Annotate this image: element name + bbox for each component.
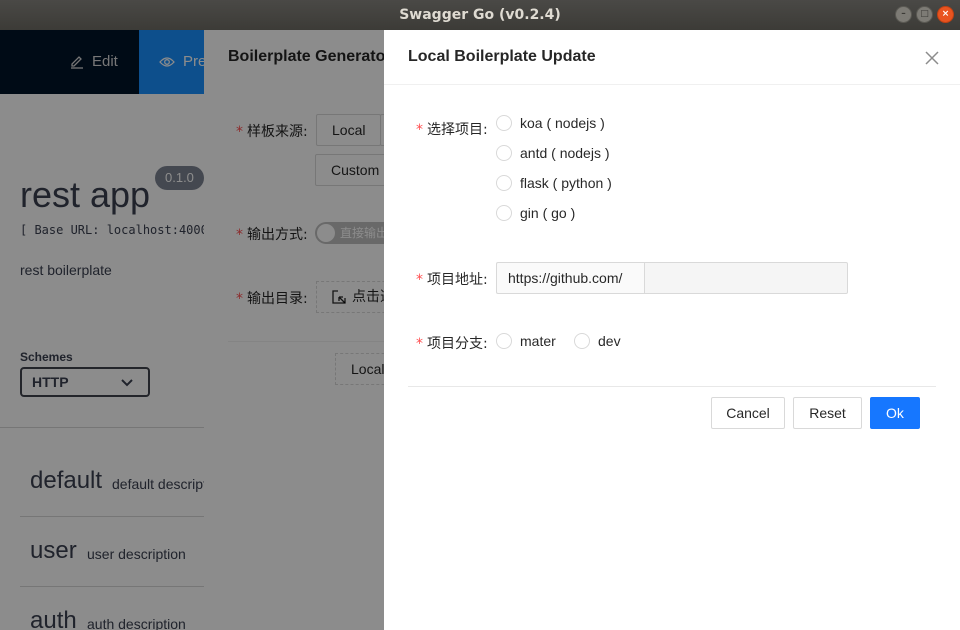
address-label: * 项目地址: [416,272,488,288]
project-radio-antd[interactable]: antd ( nodejs ) [496,145,610,161]
radio-circle [574,333,590,349]
reset-button[interactable]: Reset [793,397,862,429]
radio-circle [496,205,512,221]
project-radio-koa[interactable]: koa ( nodejs ) [496,115,605,131]
cancel-button[interactable]: Cancel [711,397,785,429]
branch-radio-dev[interactable]: dev [574,333,621,349]
project-label: * 选择项目: [416,122,488,138]
drawer-header: Local Boilerplate Update [384,30,960,85]
address-input[interactable] [644,262,848,294]
window-title: Swagger Go (v0.2.4) [399,7,561,23]
branch-radio-mater[interactable]: mater [496,333,556,349]
radio-circle [496,333,512,349]
window-controls: – □ × [895,6,954,23]
radio-circle [496,115,512,131]
close-window-icon[interactable]: × [937,6,954,23]
window-titlebar: Swagger Go (v0.2.4) – □ × [0,0,960,30]
radio-circle [496,145,512,161]
address-prefix: https://github.com/ [496,262,645,294]
project-radio-flask[interactable]: flask ( python ) [496,175,612,191]
local-boilerplate-update-drawer: Local Boilerplate Update * 选择项目: koa ( no… [384,30,960,630]
close-icon[interactable] [922,48,942,68]
minimize-icon[interactable]: – [895,6,912,23]
radio-circle [496,175,512,191]
project-radio-gin[interactable]: gin ( go ) [496,205,575,221]
ok-button[interactable]: Ok [870,397,920,429]
branch-label: * 项目分支: [416,336,488,352]
drawer-title: Local Boilerplate Update [408,48,596,65]
form-divider [408,386,936,387]
maximize-icon[interactable]: □ [916,6,933,23]
